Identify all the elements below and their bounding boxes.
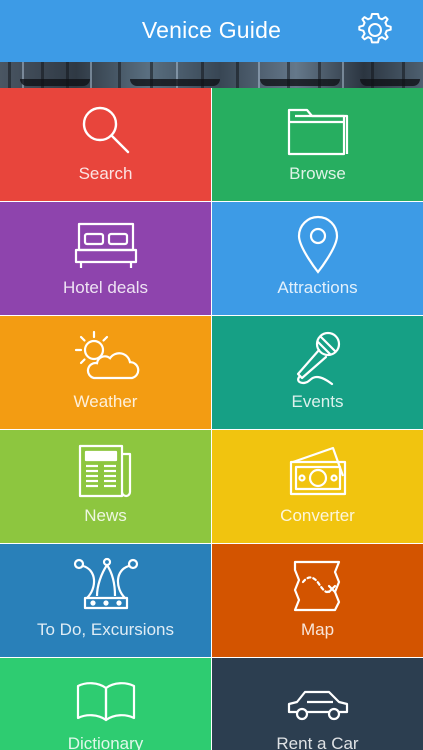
weather-tile[interactable]: Weather: [0, 316, 211, 429]
jester-hat-icon: [71, 556, 141, 616]
gear-icon[interactable]: [356, 11, 394, 49]
map-label: Map: [300, 620, 335, 639]
weather-label: Weather: [73, 392, 138, 411]
events-tile[interactable]: Events: [212, 316, 423, 429]
menu-grid: Search Browse Hotel deals Attractions We…: [0, 88, 423, 750]
sun-cloud-icon: [72, 328, 140, 388]
hotel-deals-tile[interactable]: Hotel deals: [0, 202, 211, 315]
grid-divider: [211, 88, 212, 750]
rent-a-car-tile[interactable]: Rent a Car: [212, 658, 423, 750]
grid-divider: [0, 315, 423, 316]
map-pin-icon: [293, 214, 343, 276]
hotel-deals-label: Hotel deals: [62, 278, 149, 297]
search-label: Search: [78, 164, 133, 183]
car-icon: [285, 686, 351, 726]
microphone-icon: [288, 328, 348, 390]
magnifier-icon: [76, 100, 136, 160]
newspaper-icon: [74, 442, 138, 502]
dictionary-label: Dictionary: [67, 734, 144, 750]
grid-divider: [0, 201, 423, 202]
banner-image: [0, 62, 423, 88]
bed-icon: [73, 214, 139, 274]
todo-excursions-label: To Do, Excursions: [37, 620, 174, 639]
folder-icon: [285, 100, 351, 160]
browse-label: Browse: [289, 164, 346, 183]
app-header: Venice Guide: [0, 0, 423, 62]
attractions-label: Attractions: [277, 278, 358, 297]
rent-a-car-label: Rent a Car: [276, 734, 359, 750]
converter-label: Converter: [280, 506, 355, 525]
browse-tile[interactable]: Browse: [212, 88, 423, 201]
attractions-tile[interactable]: Attractions: [212, 202, 423, 315]
book-icon: [74, 680, 138, 724]
todo-excursions-tile[interactable]: To Do, Excursions: [0, 544, 211, 657]
search-tile[interactable]: Search: [0, 88, 211, 201]
converter-tile[interactable]: Converter: [212, 430, 423, 543]
events-label: Events: [291, 392, 344, 411]
treasure-map-icon: [287, 556, 349, 616]
dictionary-tile[interactable]: Dictionary: [0, 658, 211, 750]
money-icon: [285, 442, 351, 502]
news-label: News: [84, 506, 127, 525]
news-tile[interactable]: News: [0, 430, 211, 543]
grid-divider: [0, 657, 423, 658]
map-tile[interactable]: Map: [212, 544, 423, 657]
grid-divider: [0, 543, 423, 544]
grid-divider: [0, 429, 423, 430]
